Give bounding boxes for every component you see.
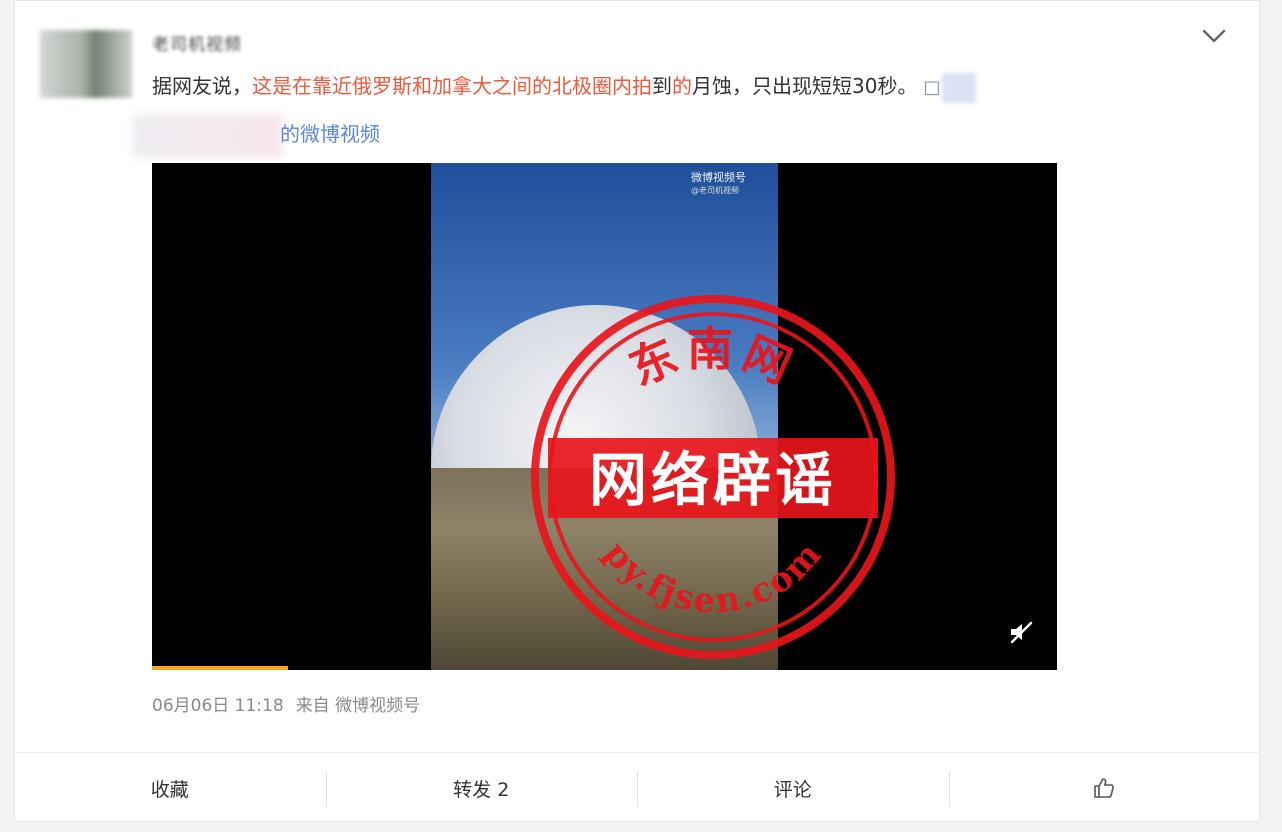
favorite-label: 收藏 [150, 778, 189, 801]
favorite-button[interactable]: 收藏 [14, 753, 326, 823]
post-text-mid: 到 [652, 74, 672, 98]
stamp-bottom-text: py.fjsen.com [596, 533, 829, 621]
comment-button[interactable]: 评论 [637, 753, 949, 823]
svg-text:东南网: 东南网 [621, 322, 804, 396]
link-icon[interactable]: □ [923, 77, 940, 98]
avatar[interactable] [40, 30, 132, 98]
repost-label: 转发 2 [453, 778, 510, 801]
post-text-highlight-2: 的 [672, 74, 692, 98]
repost-button[interactable]: 转发 2 [325, 753, 638, 823]
chevron-down-icon[interactable] [1201, 26, 1227, 46]
action-bar: 收藏 转发 2 评论 [14, 752, 1260, 823]
rumor-stamp: 东南网 网络辟谣 py.fjsen.com [531, 295, 895, 659]
username[interactable]: 老司机视频 [152, 30, 242, 55]
stamp-center-text: 网络辟谣 [589, 446, 837, 514]
redacted-block [942, 72, 977, 103]
comment-label: 评论 [773, 778, 812, 801]
video-progress-bar[interactable] [152, 666, 288, 670]
svg-text:py.fjsen.com: py.fjsen.com [596, 533, 831, 621]
like-button[interactable] [948, 753, 1261, 823]
source-line: 的微博视频 [132, 114, 432, 158]
post-text-suffix: 月蚀，只出现短短30秒。 [692, 74, 918, 98]
post-source[interactable]: 来自 微博视频号 [296, 696, 420, 716]
post-text: 据网友说，这是在靠近俄罗斯和加拿大之间的北极圈内拍到的月蚀，只出现短短30秒。 □ [152, 72, 977, 103]
stamp-top-text: 东南网 [621, 322, 798, 396]
video-watermark: 微博视频号 @老司机视频 [691, 171, 746, 197]
thumbs-up-icon [1094, 778, 1115, 798]
post-meta: 06月06日 11:18 来自 微博视频号 [152, 691, 432, 716]
post-date[interactable]: 06月06日 11:18 [152, 696, 284, 716]
redacted-block [132, 114, 282, 158]
mute-icon[interactable] [1007, 618, 1035, 646]
watermark-title: 微博视频号 [691, 171, 746, 184]
weibo-video-link[interactable]: 的微博视频 [280, 118, 380, 147]
post-text-prefix: 据网友说， [152, 74, 252, 98]
watermark-sub: @老司机视频 [691, 186, 739, 195]
post-text-highlight: 这是在靠近俄罗斯和加拿大之间的北极圈内拍 [252, 74, 652, 98]
